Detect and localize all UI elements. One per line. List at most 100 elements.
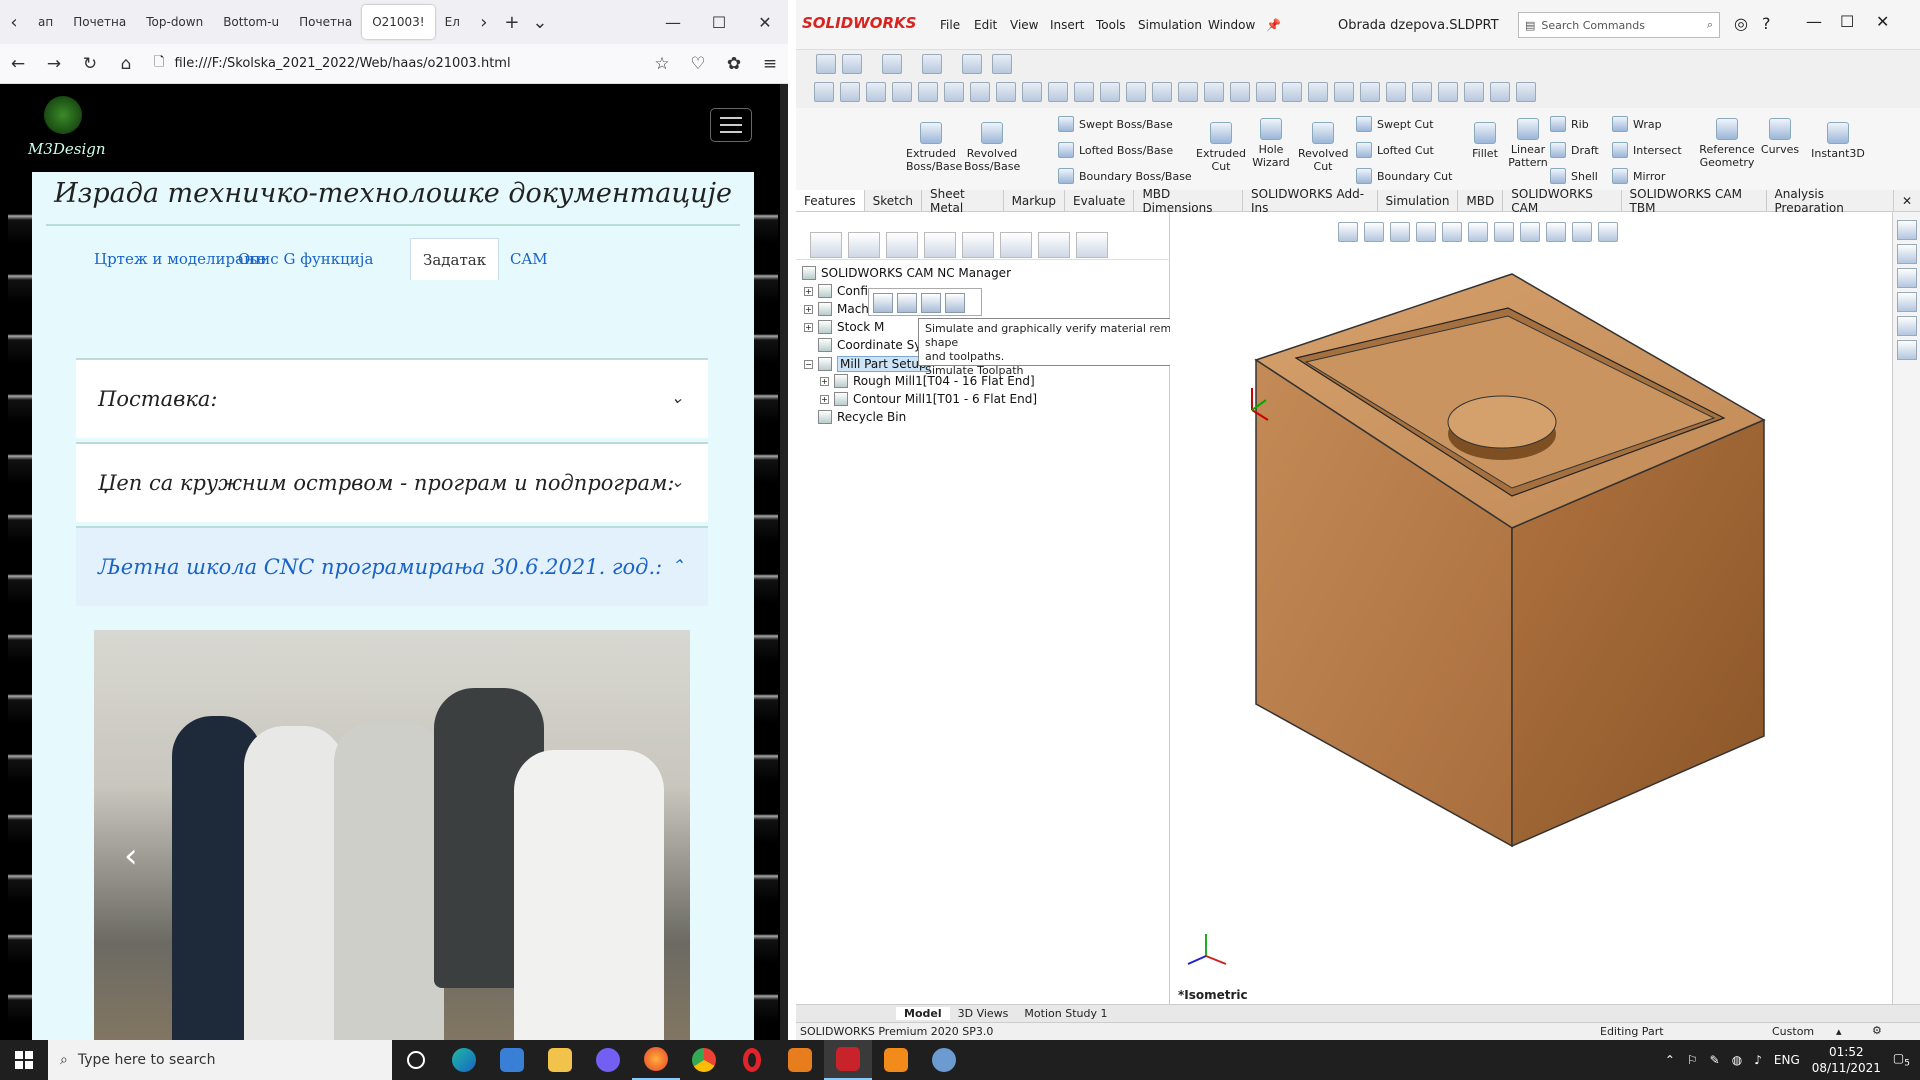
tab-features[interactable]: Features — [796, 190, 865, 211]
appearances-icon[interactable] — [1897, 316, 1917, 336]
lofted-boss-button[interactable]: Lofted Boss/Base — [1058, 142, 1173, 158]
accordion-pocket[interactable]: Џеп са кружним острвом - програм и подпр… — [76, 442, 708, 522]
chrome-icon[interactable] — [680, 1040, 728, 1080]
tab-simulation[interactable]: Simulation — [1378, 190, 1459, 211]
reference-geometry-button[interactable]: Reference Geometry — [1696, 118, 1758, 169]
cam-tool-tree-icon[interactable] — [1076, 231, 1108, 258]
cam-tool-2-icon[interactable] — [840, 82, 860, 102]
edge-icon[interactable] — [440, 1040, 488, 1080]
cam-tool-3-icon[interactable] — [866, 82, 886, 102]
cam-tool-26-icon[interactable] — [1464, 82, 1484, 102]
show-hidden-icons-icon[interactable]: ⌃ — [1665, 1053, 1675, 1067]
tab-sheet-metal[interactable]: Sheet Metal — [922, 187, 1004, 215]
menu-view[interactable]: View — [1010, 18, 1038, 32]
rebuild-icon[interactable] — [962, 54, 982, 74]
graphics-viewport[interactable]: *Isometric — [1170, 212, 1892, 1004]
dimxpert-icon[interactable] — [924, 231, 956, 258]
taskbar-search-box[interactable]: ⌕ Type here to search — [48, 1040, 392, 1080]
menu-simulation[interactable]: Simulation — [1138, 18, 1202, 32]
tree-configurations[interactable]: + Config — [804, 284, 876, 298]
tab-scroll-right-icon[interactable]: › — [470, 8, 498, 36]
tree-machine[interactable]: + Machi — [804, 302, 872, 316]
boundary-cut-button[interactable]: Boundary Cut — [1356, 168, 1452, 184]
swept-boss-button[interactable]: Swept Boss/Base — [1058, 116, 1173, 132]
pocket-icon[interactable]: ♡ — [680, 48, 716, 80]
cam-tool-15-icon[interactable] — [1178, 82, 1198, 102]
cam-tool-25-icon[interactable] — [1438, 82, 1458, 102]
tab-analysis-prep[interactable]: Analysis Preparation — [1767, 187, 1894, 215]
cam-tool-16-icon[interactable] — [1204, 82, 1224, 102]
firefox-icon[interactable] — [632, 1040, 680, 1080]
cam-tool-6-icon[interactable] — [944, 82, 964, 102]
pin-icon[interactable]: 📌 — [1266, 18, 1281, 32]
menu-insert[interactable]: Insert — [1050, 18, 1084, 32]
language-indicator[interactable]: ENG — [1774, 1053, 1800, 1067]
search-commands-input[interactable]: ▤ Search Commands ⌕ — [1518, 12, 1720, 38]
intersect-button[interactable]: Intersect — [1612, 142, 1682, 158]
cam-tool-18-icon[interactable] — [1256, 82, 1276, 102]
cam-tool-22-icon[interactable] — [1360, 82, 1380, 102]
cam-tool-9-icon[interactable] — [1022, 82, 1042, 102]
tab-mbd[interactable]: MBD — [1458, 190, 1504, 211]
help-icon[interactable]: ? — [1762, 14, 1771, 33]
tree-recycle-bin[interactable]: Recycle Bin — [818, 410, 906, 424]
cam-tool-11-icon[interactable] — [1074, 82, 1094, 102]
tab-cam-tbm[interactable]: SOLIDWORKS CAM TBM — [1622, 187, 1767, 215]
tab-task[interactable]: Задатак — [410, 238, 500, 280]
extruded-boss-button[interactable]: Extruded Boss/Base — [906, 122, 962, 173]
cam-tool-24-icon[interactable] — [1412, 82, 1432, 102]
draft-button[interactable]: Draft — [1550, 142, 1599, 158]
options-icon[interactable] — [992, 54, 1012, 74]
tab-list-icon[interactable]: ⌄ — [526, 8, 554, 36]
forward-icon[interactable]: → — [36, 48, 72, 80]
tab-evaluate[interactable]: Evaluate — [1065, 190, 1135, 211]
site-logo[interactable]: M3Design — [20, 96, 116, 166]
tab-cam[interactable]: CAM — [498, 238, 560, 280]
boundary-boss-button[interactable]: Boundary Boss/Base — [1058, 168, 1192, 184]
save-icon[interactable] — [922, 54, 942, 74]
lofted-cut-button[interactable]: Lofted Cut — [1356, 142, 1434, 158]
cam-feature-tree-icon[interactable] — [1000, 231, 1032, 258]
url-text[interactable]: file:///F:/Skolska_2021_2022/Web/haas/o2… — [174, 56, 510, 71]
new-doc-icon[interactable] — [842, 54, 862, 74]
viber-icon[interactable] — [584, 1040, 632, 1080]
network-icon[interactable]: ⚐ — [1687, 1053, 1698, 1067]
file-explorer-icon[interactable] — [1897, 268, 1917, 288]
cam-tool-7-icon[interactable] — [970, 82, 990, 102]
url-bar[interactable]: 🗋 file:///F:/Skolska_2021_2022/Web/haas/… — [144, 49, 644, 79]
sw-close-icon[interactable]: ✕ — [1876, 12, 1889, 31]
back-icon[interactable]: ← — [0, 48, 36, 80]
cam-tool-14-icon[interactable] — [1152, 82, 1172, 102]
display-manager-icon[interactable] — [962, 231, 994, 258]
generate-toolpath-icon[interactable] — [873, 293, 893, 313]
carousel-prev-icon[interactable]: ‹ — [124, 836, 138, 876]
cam-tool-23-icon[interactable] — [1386, 82, 1406, 102]
tab-3d-views[interactable]: 3D Views — [950, 1007, 1017, 1020]
tab-cam[interactable]: SOLIDWORKS CAM — [1503, 187, 1622, 215]
file-explorer-icon[interactable] — [536, 1040, 584, 1080]
tab-addins[interactable]: SOLIDWORKS Add-Ins — [1243, 187, 1378, 215]
cam-tool-28-icon[interactable] — [1516, 82, 1536, 102]
open-icon[interactable] — [882, 54, 902, 74]
hole-wizard-button[interactable]: Hole Wizard — [1248, 118, 1294, 169]
tree-stock[interactable]: + Stock M — [804, 320, 884, 334]
curves-button[interactable]: Curves — [1760, 118, 1800, 156]
cam-tool-27-icon[interactable] — [1490, 82, 1510, 102]
cam-tool-21-icon[interactable] — [1334, 82, 1354, 102]
cam-tool-20-icon[interactable] — [1308, 82, 1328, 102]
sw-minimize-icon[interactable]: — — [1806, 12, 1822, 31]
cam-tool-19-icon[interactable] — [1282, 82, 1302, 102]
menu-file[interactable]: File — [940, 18, 960, 32]
tab-active[interactable]: O21003! — [362, 5, 435, 39]
cam-tool-4-icon[interactable] — [892, 82, 912, 102]
reload-icon[interactable]: ↻ — [72, 48, 108, 80]
tree-contour-mill[interactable]: + Contour Mill1[T01 - 6 Flat End] — [820, 392, 1037, 406]
tab-7[interactable]: Ел — [435, 5, 470, 39]
simulate-toolpath-icon[interactable] — [897, 293, 917, 313]
sw-maximize-icon[interactable]: ☐ — [1840, 12, 1854, 31]
volume-icon[interactable]: ♪ — [1754, 1053, 1762, 1067]
ime-icon[interactable]: ✎ — [1710, 1053, 1720, 1067]
menu-edit[interactable]: Edit — [974, 18, 997, 32]
feature-manager-icon[interactable] — [810, 231, 842, 258]
property-manager-icon[interactable] — [848, 231, 880, 258]
